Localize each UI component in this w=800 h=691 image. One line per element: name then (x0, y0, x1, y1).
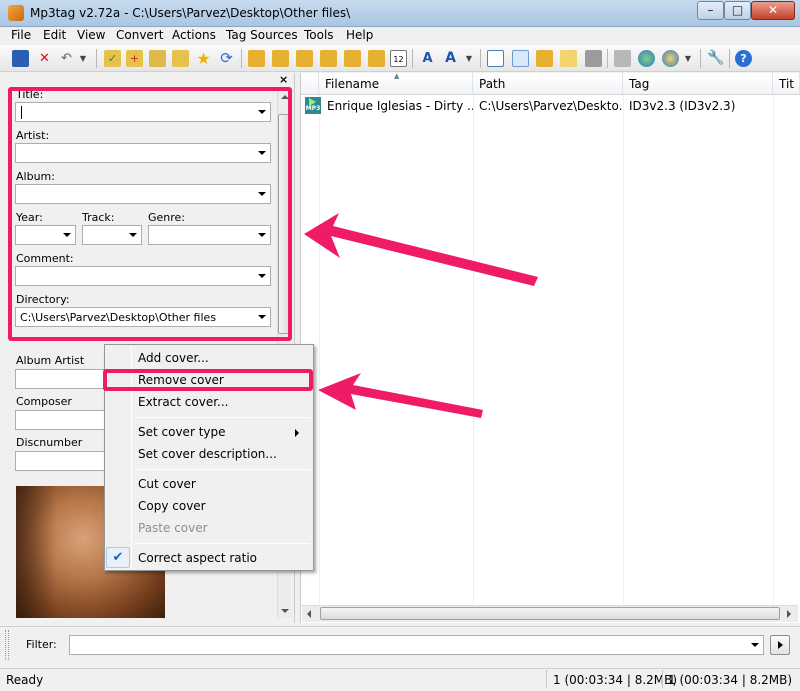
grip-handle[interactable] (5, 630, 9, 660)
filter-go-button[interactable] (770, 635, 790, 655)
status-total: 1 (00:03:34 | 8.2MB) (668, 673, 793, 687)
annotation-arrow-lower (318, 373, 483, 418)
annotation-arrows (304, 213, 538, 418)
status-divider (662, 670, 663, 688)
status-selected: 1 (00:03:34 | 8.2MB) (553, 673, 678, 687)
filter-label: Filter: (26, 638, 57, 651)
status-divider (546, 670, 547, 688)
status-text: Ready (6, 673, 44, 687)
annotation-arrow-upper (304, 213, 538, 286)
chevron-down-icon[interactable] (751, 643, 759, 647)
filter-input[interactable] (69, 635, 764, 655)
play-icon (778, 641, 783, 649)
